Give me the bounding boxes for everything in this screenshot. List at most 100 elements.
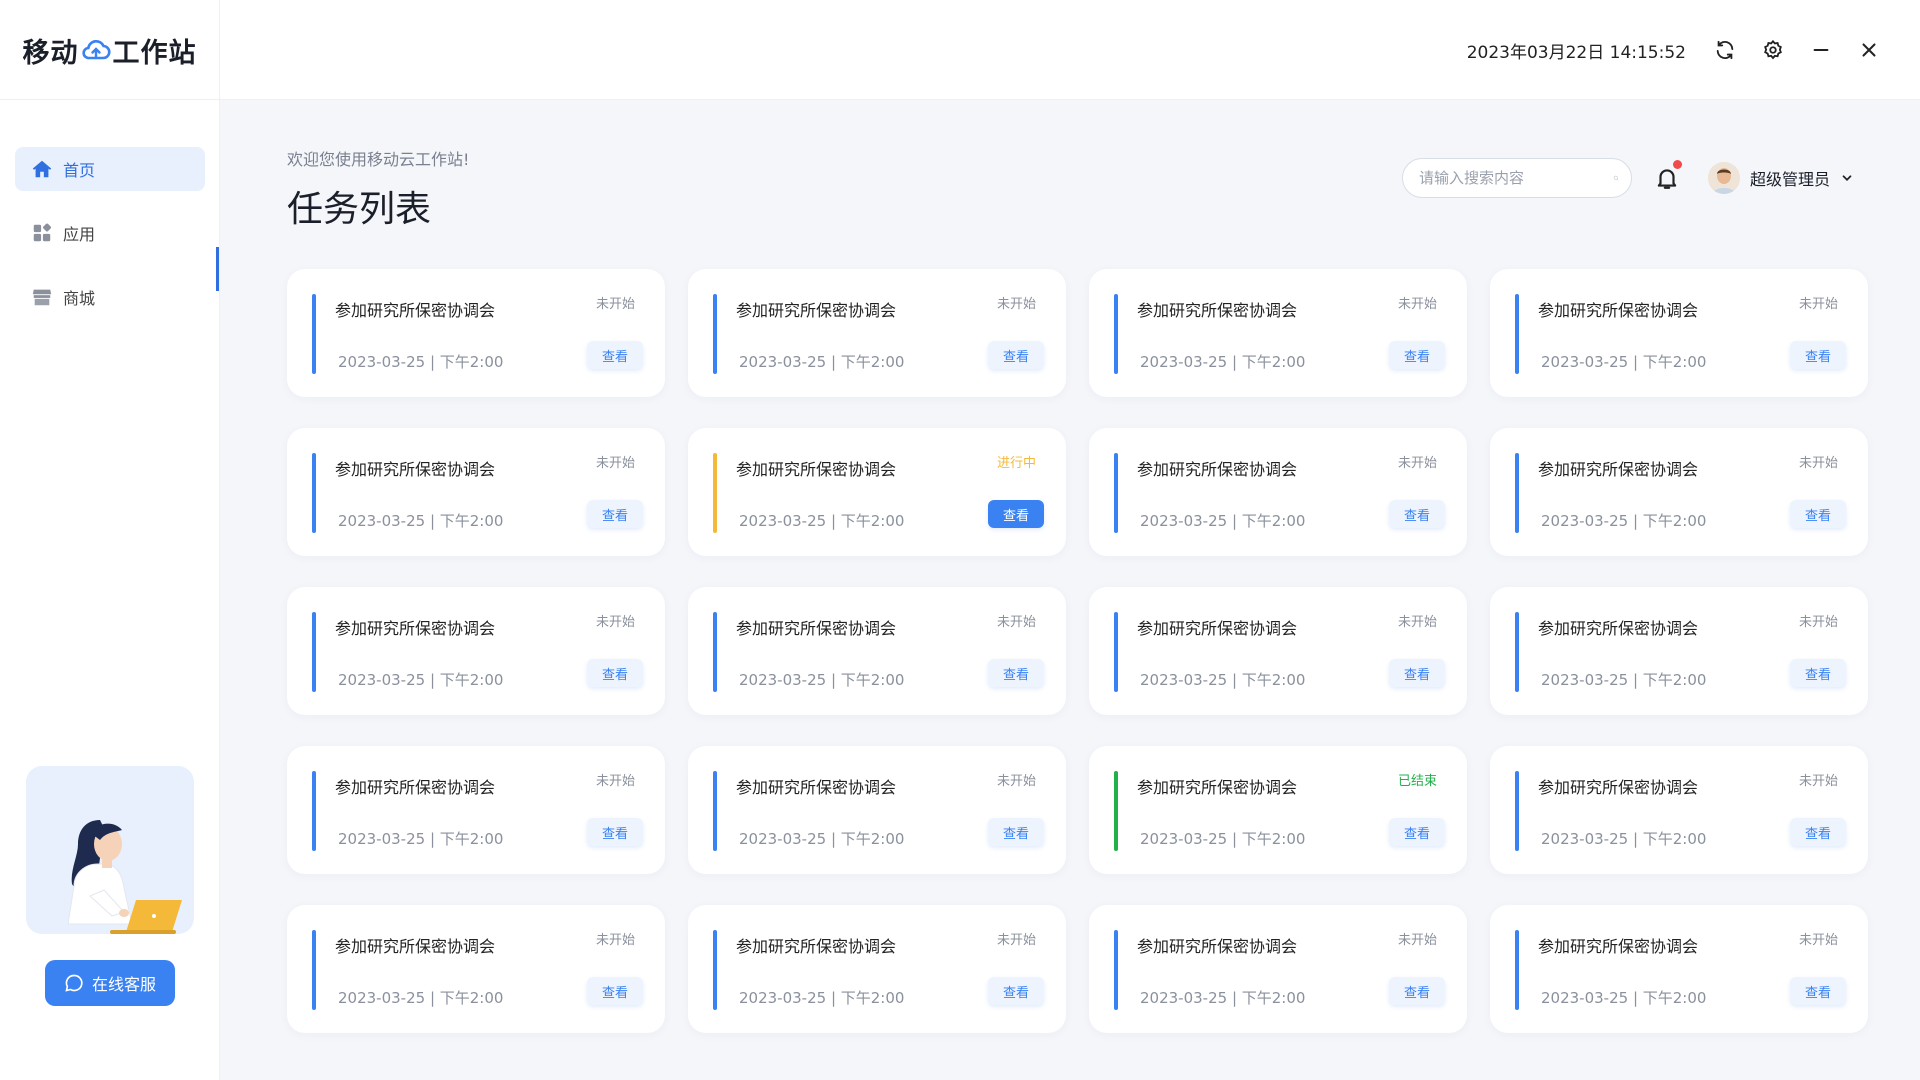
task-status-bar (1114, 771, 1118, 851)
task-status-bar (1515, 612, 1519, 692)
task-date: 2023-03-25 | 下午2:00 (739, 353, 905, 371)
task-title: 参加研究所保密协调会 (1137, 460, 1298, 479)
task-title: 参加研究所保密协调会 (335, 301, 496, 320)
task-status: 未开始 (1798, 933, 1838, 948)
task-card: 参加研究所保密协调会 2023-03-25 | 下午2:00 未开始 查看 (688, 269, 1066, 397)
view-button[interactable]: 查看 (988, 659, 1044, 687)
task-date: 2023-03-25 | 下午2:00 (1140, 830, 1306, 848)
datetime: 2023年03月22日 14:15:52 (1466, 42, 1686, 63)
task-status-bar (312, 453, 316, 533)
search-icon[interactable] (1613, 168, 1619, 188)
view-button[interactable]: 查看 (988, 977, 1044, 1005)
task-card: 参加研究所保密协调会 2023-03-25 | 下午2:00 进行中 查看 (688, 428, 1066, 556)
view-button[interactable]: 查看 (587, 341, 643, 369)
notification-dot (1673, 160, 1682, 169)
task-status: 未开始 (996, 933, 1036, 948)
refresh-icon[interactable] (1714, 39, 1736, 61)
task-status-bar (312, 294, 316, 374)
active-indicator (216, 247, 219, 291)
task-date: 2023-03-25 | 下午2:00 (739, 512, 905, 530)
task-card: 参加研究所保密协调会 2023-03-25 | 下午2:00 未开始 查看 (1089, 428, 1467, 556)
view-button[interactable]: 查看 (1389, 977, 1445, 1005)
view-button[interactable]: 查看 (1790, 500, 1846, 528)
logo-text-left: 移动 (22, 37, 79, 69)
task-status: 未开始 (1798, 615, 1838, 630)
view-button[interactable]: 查看 (988, 500, 1044, 528)
task-card: 参加研究所保密协调会 2023-03-25 | 下午2:00 未开始 查看 (287, 746, 665, 874)
task-title: 参加研究所保密协调会 (736, 937, 897, 956)
task-date: 2023-03-25 | 下午2:00 (1541, 671, 1707, 689)
task-title: 参加研究所保密协调会 (1137, 301, 1298, 320)
view-button[interactable]: 查看 (587, 818, 643, 846)
task-card: 参加研究所保密协调会 2023-03-25 | 下午2:00 未开始 查看 (1490, 746, 1868, 874)
logo: 移动 工作站 (0, 0, 220, 100)
task-date: 2023-03-25 | 下午2:00 (1140, 512, 1306, 530)
task-card: 参加研究所保密协调会 2023-03-25 | 下午2:00 已结束查看 (1089, 746, 1467, 874)
task-title: 参加研究所保密协调会 (736, 778, 897, 797)
sidebar-item-store[interactable]: 商城 (15, 275, 205, 319)
view-button[interactable]: 查看 (1790, 341, 1846, 369)
task-status: 已结束 (1397, 774, 1437, 789)
task-status-bar (713, 771, 717, 851)
view-button[interactable]: 查看 (1790, 818, 1846, 846)
sidebar-item-label: 商城 (63, 289, 96, 308)
logo-text: 移动 工作站 (23, 31, 197, 70)
task-card: 参加研究所保密协调会 2023-03-25 | 下午2:00 未开始 查看 (1089, 587, 1467, 715)
home-icon (31, 158, 53, 180)
view-button[interactable]: 查看 (1790, 659, 1846, 687)
task-title: 参加研究所保密协调会 (736, 301, 897, 320)
welcome-text: 欢迎您使用移动云工作站! (287, 150, 470, 169)
task-status-bar (1515, 294, 1519, 374)
task-title: 参加研究所保密协调会 (736, 460, 897, 479)
view-button[interactable]: 查看 (988, 818, 1044, 846)
view-button[interactable]: 查看 (587, 977, 643, 1005)
close-icon[interactable] (1858, 39, 1880, 61)
task-date: 2023-03-25 | 下午2:00 (338, 989, 504, 1007)
task-date: 2023-03-25 | 下午2:00 (1541, 353, 1707, 371)
task-status-bar (1114, 294, 1118, 374)
view-button[interactable]: 查看 (1389, 341, 1445, 369)
view-button[interactable]: 查看 (988, 341, 1044, 369)
user-name: 超级管理员 (1750, 170, 1831, 189)
task-title: 参加研究所保密协调会 (1538, 460, 1699, 479)
task-status-bar (1114, 612, 1118, 692)
view-button[interactable]: 查看 (1389, 500, 1445, 528)
view-button[interactable]: 查看 (587, 500, 643, 528)
task-status-bar (713, 453, 717, 533)
sidebar-item-apps[interactable]: 应用 (15, 211, 205, 255)
store-icon (31, 286, 53, 308)
task-card: 参加研究所保密协调会 2023-03-25 | 下午2:00 未开始 查看 (287, 269, 665, 397)
view-button[interactable]: 查看 (1389, 818, 1445, 846)
view-button[interactable]: 查看 (1389, 659, 1445, 687)
task-card: 参加研究所保密协调会 2023-03-25 | 下午2:00 未开始 查看 (1490, 428, 1868, 556)
task-title: 参加研究所保密协调会 (335, 460, 496, 479)
task-date: 2023-03-25 | 下午2:00 (338, 671, 504, 689)
task-status-bar (1515, 930, 1519, 1010)
task-card: 参加研究所保密协调会 2023-03-25 | 下午2:00 未开始 查看 (688, 905, 1066, 1033)
task-status-bar (713, 930, 717, 1010)
online-support-button[interactable]: 在线客服 (45, 960, 175, 1006)
task-date: 2023-03-25 | 下午2:00 (338, 512, 504, 530)
task-status: 未开始 (595, 933, 635, 948)
task-title: 参加研究所保密协调会 (1137, 778, 1298, 797)
sidebar-item-home[interactable]: 首页 (15, 147, 205, 191)
task-card: 参加研究所保密协调会 2023-03-25 | 下午2:00 未开始 查看 (287, 587, 665, 715)
task-title: 参加研究所保密协调会 (1137, 937, 1298, 956)
minimize-icon[interactable] (1810, 39, 1832, 61)
page-title: 任务列表 (287, 189, 432, 230)
task-status: 未开始 (595, 456, 635, 471)
task-date: 2023-03-25 | 下午2:00 (1541, 989, 1707, 1007)
task-status: 未开始 (595, 297, 635, 312)
task-card: 参加研究所保密协调会 2023-03-25 | 下午2:00 未开始 查看 (1089, 269, 1467, 397)
user-menu[interactable]: 超级管理员 (1708, 160, 1854, 196)
view-button[interactable]: 查看 (1790, 977, 1846, 1005)
task-date: 2023-03-25 | 下午2:00 (1140, 671, 1306, 689)
chat-icon (65, 974, 83, 992)
view-button[interactable]: 查看 (587, 659, 643, 687)
task-card: 参加研究所保密协调会 2023-03-25 | 下午2:00 未开始 查看 (688, 587, 1066, 715)
task-status-bar (312, 930, 316, 1010)
search-input[interactable] (1419, 169, 1613, 187)
task-title: 参加研究所保密协调会 (736, 619, 897, 638)
task-card: 参加研究所保密协调会 2023-03-25 | 下午2:00 未开始 查看 (1490, 905, 1868, 1033)
gear-icon[interactable] (1762, 39, 1784, 61)
